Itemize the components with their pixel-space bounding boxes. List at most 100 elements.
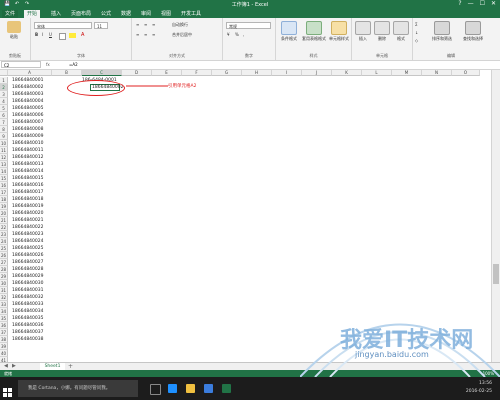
row-header-33[interactable]: 33 [0,301,8,308]
bold-button[interactable]: B [35,32,38,38]
row-header-34[interactable]: 34 [0,308,8,315]
help-button[interactable]: ? [458,0,461,7]
cell-a35[interactable]: 18664840035 [12,315,44,322]
row-header-7[interactable]: 7 [0,119,8,126]
row-header-23[interactable]: 23 [0,231,8,238]
row-header-29[interactable]: 29 [0,273,8,280]
start-button[interactable] [3,383,13,397]
tab-review[interactable]: 审阅 [138,10,154,18]
cell-a22[interactable]: 18664840022 [12,224,44,231]
row-header-14[interactable]: 14 [0,168,8,175]
row-header-21[interactable]: 21 [0,217,8,224]
align-middle-icon[interactable]: ≡ [144,22,147,28]
formula-input[interactable]: =A2 [66,61,490,69]
column-header-f[interactable]: F [182,70,212,76]
column-header-i[interactable]: I [272,70,302,76]
row-header-8[interactable]: 8 [0,126,8,133]
row-header-27[interactable]: 27 [0,259,8,266]
column-header-h[interactable]: H [242,70,272,76]
row-header-36[interactable]: 36 [0,322,8,329]
column-header-b[interactable]: B [52,70,82,76]
edge-icon[interactable] [168,384,177,393]
cell-a31[interactable]: 18664840031 [12,287,44,294]
row-header-11[interactable]: 11 [0,147,8,154]
fx-icon[interactable]: fx [46,61,50,69]
column-header-j[interactable]: J [302,70,332,76]
format-as-table-button[interactable]: 套用表格格式 [301,21,327,42]
cell-a10[interactable]: 18664840010 [12,140,44,147]
cell-a16[interactable]: 18664840016 [12,182,44,189]
name-box[interactable]: C2 [1,61,41,68]
row-header-31[interactable]: 31 [0,287,8,294]
cell-styles-button[interactable]: 单元格样式 [327,21,351,42]
italic-button[interactable]: I [42,32,43,38]
row-header-28[interactable]: 28 [0,266,8,273]
align-right-icon[interactable]: ≡ [152,32,155,38]
column-header-k[interactable]: K [332,70,362,76]
column-header-c[interactable]: C [82,70,122,76]
row-header-2[interactable]: 2 [0,84,8,91]
row-header-15[interactable]: 15 [0,175,8,182]
cell-a34[interactable]: 18664840034 [12,308,44,315]
tab-view[interactable]: 视图 [158,10,174,18]
paste-button[interactable]: 粘贴 [3,21,25,40]
row-header-13[interactable]: 13 [0,161,8,168]
row-header-4[interactable]: 4 [0,98,8,105]
autosum-icon[interactable]: Σ [415,22,418,28]
currency-icon[interactable]: ¥ [227,32,230,38]
format-cells-button[interactable]: 格式 [392,21,410,42]
row-header-37[interactable]: 37 [0,329,8,336]
cell-a6[interactable]: 18664840006 [12,112,44,119]
select-all-corner[interactable] [0,70,8,76]
fill-color-icon[interactable] [69,33,76,38]
cell-a19[interactable]: 18664840019 [12,203,44,210]
number-format-select[interactable]: 常规 [226,22,271,29]
column-header-a[interactable]: A [8,70,52,76]
maximize-button[interactable]: ☐ [480,0,485,7]
cortana-search-box[interactable]: 我是 Cortana，小娜。有问题尽管问我。 [18,380,138,397]
task-view-icon[interactable] [150,384,161,395]
cell-a24[interactable]: 18664840024 [12,238,44,245]
scroll-left-icon[interactable]: ◀ [4,363,8,369]
tab-file[interactable]: 文件 [2,10,19,18]
font-size-select[interactable]: 11 [94,22,108,29]
insert-cells-button[interactable]: 插入 [354,21,372,42]
align-left-icon[interactable]: ≡ [136,32,139,38]
column-header-m[interactable]: M [392,70,422,76]
cell-a23[interactable]: 18664840023 [12,231,44,238]
tab-developer[interactable]: 开发工具 [178,10,204,18]
row-header-12[interactable]: 12 [0,154,8,161]
percent-icon[interactable]: % [235,32,239,38]
column-header-o[interactable]: O [452,70,480,76]
row-header-16[interactable]: 16 [0,182,8,189]
row-header-19[interactable]: 19 [0,203,8,210]
align-bottom-icon[interactable]: ≡ [152,22,155,28]
cell-a30[interactable]: 18664840030 [12,280,44,287]
column-header-g[interactable]: G [212,70,242,76]
cell-a26[interactable]: 18664840026 [12,252,44,259]
scroll-right-icon[interactable]: ▶ [12,363,16,369]
close-button[interactable]: ✕ [491,0,496,7]
row-header-9[interactable]: 9 [0,133,8,140]
row-header-32[interactable]: 32 [0,294,8,301]
find-select-button[interactable]: 查找和选择 [458,21,488,42]
tab-page-layout[interactable]: 页面布局 [68,10,94,18]
row-header-24[interactable]: 24 [0,238,8,245]
align-top-icon[interactable]: ≡ [136,22,139,28]
delete-cells-button[interactable]: 删除 [373,21,391,42]
row-header-10[interactable]: 10 [0,140,8,147]
minimize-button[interactable]: — [468,0,474,7]
cell-a28[interactable]: 18664840028 [12,266,44,273]
row-header-20[interactable]: 20 [0,210,8,217]
cell-a29[interactable]: 18664840029 [12,273,44,280]
excel-taskbar-icon[interactable] [222,384,231,393]
merge-center-button[interactable]: 合并后居中 [172,32,192,38]
cell-a5[interactable]: 18664840005 [12,105,44,112]
row-header-18[interactable]: 18 [0,196,8,203]
cell-a11[interactable]: 18664840011 [12,147,44,154]
row-header-6[interactable]: 6 [0,112,8,119]
add-sheet-button[interactable]: + [68,363,73,370]
clock[interactable]: 13:56 2016-02-25 [466,380,492,396]
explorer-icon[interactable] [186,384,195,393]
font-name-select[interactable]: 宋体 [34,22,92,29]
